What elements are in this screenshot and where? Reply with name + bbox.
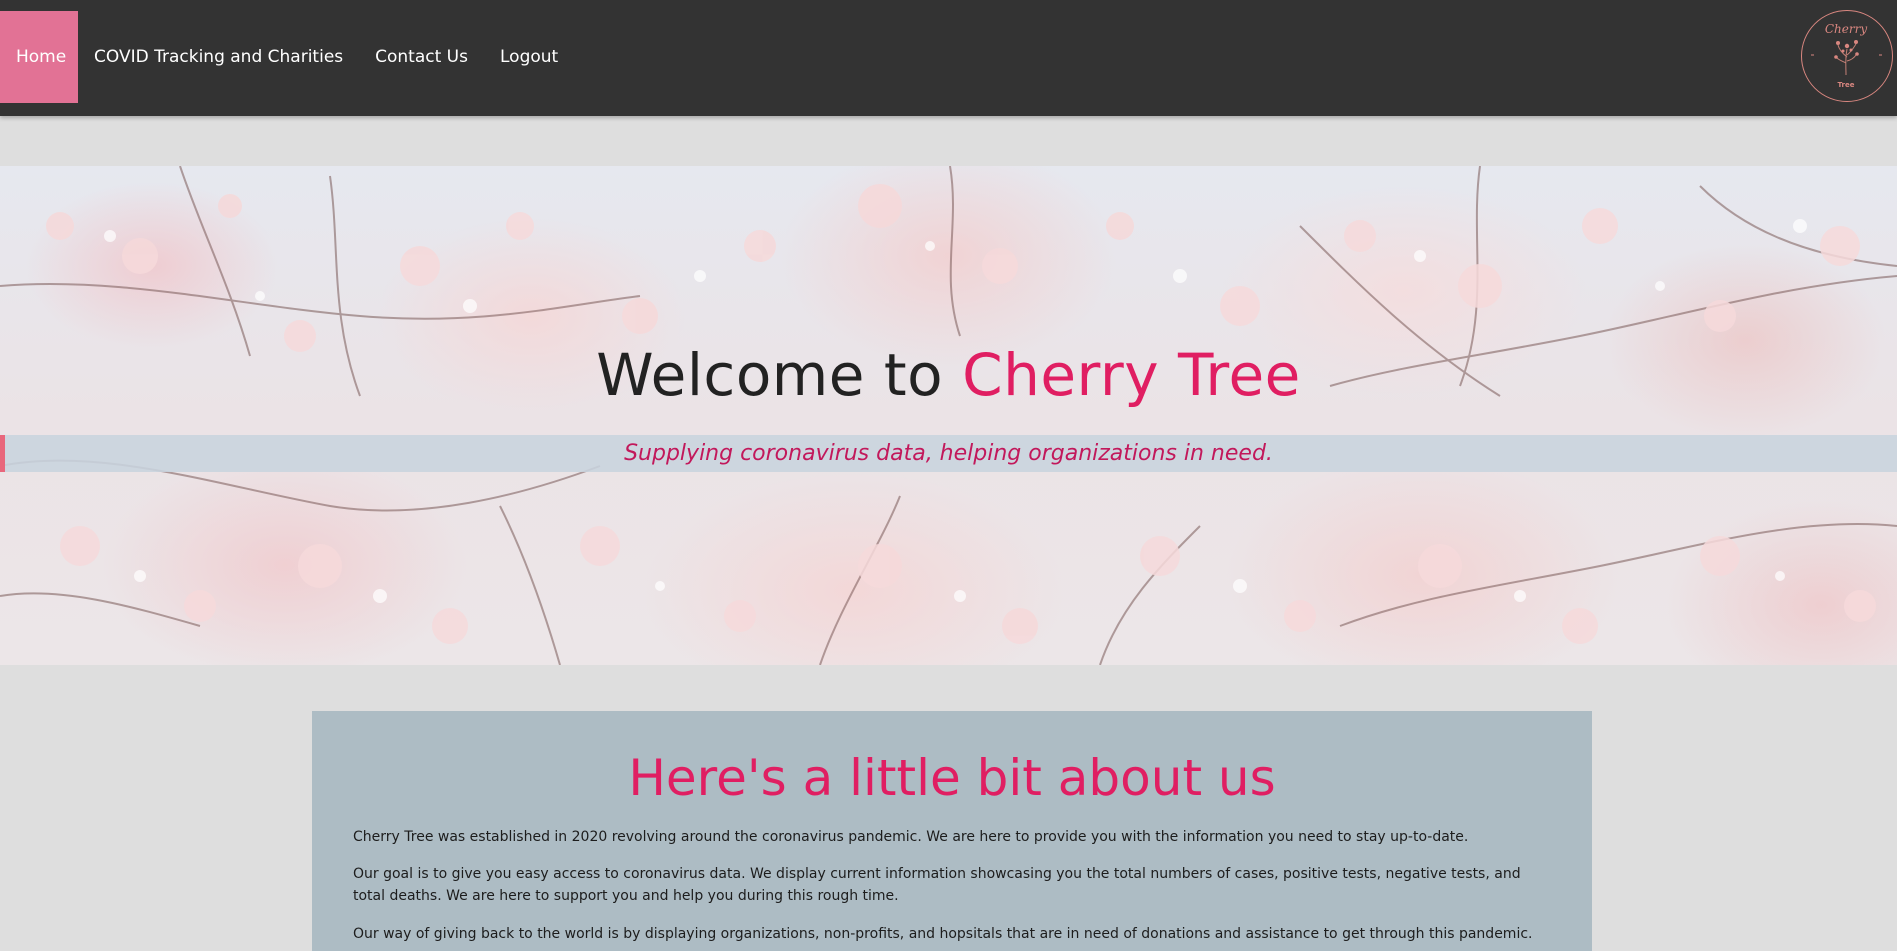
- about-paragraph-1: Cherry Tree was established in 2020 revo…: [353, 829, 1469, 845]
- about-heading: Here's a little bit about us: [628, 749, 1276, 807]
- cherry-tree-logo[interactable]: Cherry Tree: [1801, 10, 1893, 102]
- nav-item-covid-tracking[interactable]: COVID Tracking and Charities: [78, 11, 359, 103]
- about-paragraph-2: Our goal is to give you easy access to c…: [353, 866, 1521, 904]
- hero-title-prefix: Welcome to: [596, 341, 963, 409]
- about-paragraph-3: Our way of giving back to the world is b…: [353, 926, 1533, 942]
- nav-item-home[interactable]: Home: [0, 11, 78, 103]
- logo-text-top: Cherry: [1825, 22, 1867, 36]
- nav-menu: Home COVID Tracking and Charities Contac…: [0, 11, 574, 103]
- cherry-tree-logo-icon: Cherry Tree: [1811, 22, 1882, 89]
- nav-item-contact-us[interactable]: Contact Us: [359, 11, 484, 103]
- top-navbar: Home COVID Tracking and Charities Contac…: [0, 0, 1897, 116]
- hero-tagline: Supplying coronavirus data, helping orga…: [624, 441, 1273, 466]
- logo-text-bottom: Tree: [1838, 81, 1855, 89]
- hero-title: Welcome to Cherry Tree: [0, 341, 1897, 409]
- hero-title-accent: Cherry Tree: [962, 341, 1301, 409]
- nav-item-logout[interactable]: Logout: [484, 11, 574, 103]
- about-section: Here's a little bit about us Cherry Tree…: [312, 711, 1592, 951]
- hero-banner: Welcome to Cherry Tree Supplying coronav…: [0, 166, 1897, 665]
- cherry-blossom-background-image: [0, 166, 1897, 665]
